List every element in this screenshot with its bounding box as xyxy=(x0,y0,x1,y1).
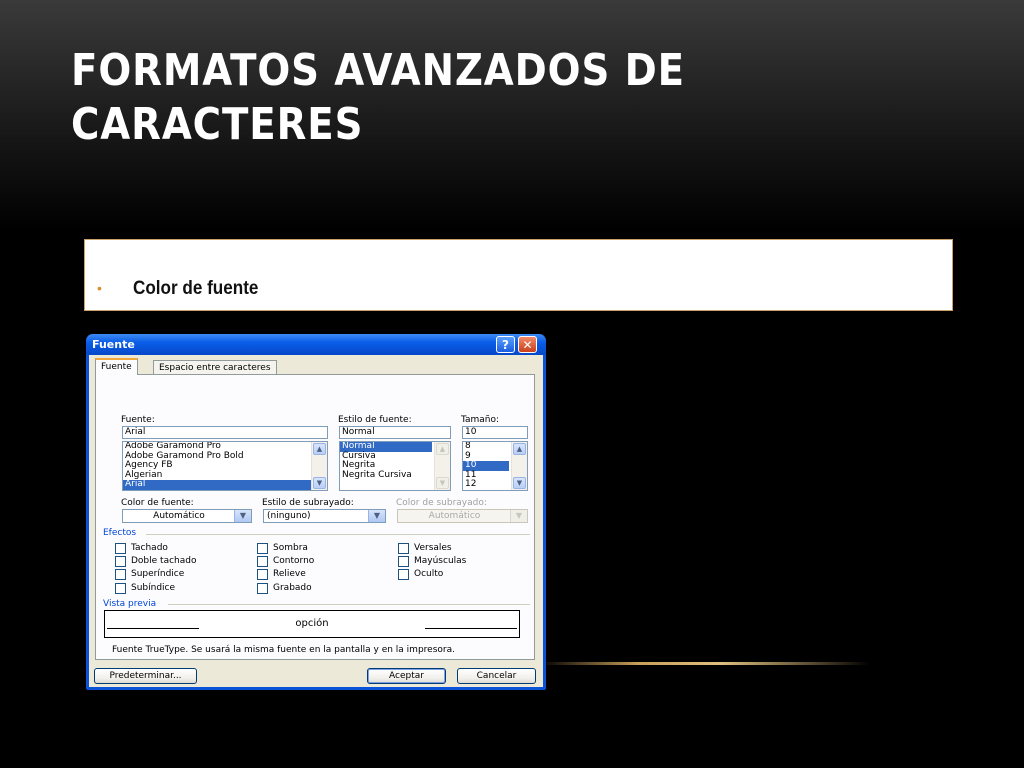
underline-color-label: Color de subrayado: xyxy=(396,498,487,508)
preview-sample-text: opción xyxy=(295,618,329,629)
bullet-box: • Color de fuente xyxy=(84,239,953,311)
checkbox-label: Relieve xyxy=(273,569,306,579)
underline-style-label: Estilo de subrayado: xyxy=(262,498,354,508)
checkbox-versales[interactable] xyxy=(398,543,409,554)
size-label: Tamaño: xyxy=(461,415,500,425)
set-default-button[interactable]: Predeterminar... xyxy=(94,668,197,684)
dialog-client: Fuente Espacio entre caracteres Fuente: … xyxy=(89,355,543,687)
checkbox-oculto[interactable] xyxy=(398,569,409,580)
effects-divider xyxy=(146,534,530,535)
checkbox-tachado[interactable] xyxy=(115,543,126,554)
checkbox-doble-tachado[interactable] xyxy=(115,556,126,567)
effects-group-label: Efectos xyxy=(103,528,137,538)
chevron-down-icon: ▼ xyxy=(510,510,527,522)
bullet-text: Color de fuente xyxy=(133,278,259,299)
checkbox-label: Doble tachado xyxy=(131,556,197,566)
checkbox-label: Subíndice xyxy=(131,583,176,593)
close-button[interactable]: ✕ xyxy=(518,336,537,353)
font-dialog: Fuente ? ✕ Fuente Espacio entre caracter… xyxy=(86,334,546,690)
font-color-select[interactable]: Automático ▼ xyxy=(122,509,252,523)
dialog-title: Fuente xyxy=(92,338,135,351)
font-color-value: Automático xyxy=(153,511,205,521)
checkbox-label: Oculto xyxy=(414,569,444,579)
slide-title: FORMATOS AVANZADOS DE CARACTERES xyxy=(71,45,685,150)
checkbox-grabado[interactable] xyxy=(257,583,268,594)
checkbox-superindice[interactable] xyxy=(115,569,126,580)
list-item[interactable]: Algerian xyxy=(123,470,327,481)
underline-style-select[interactable]: (ninguno) ▼ xyxy=(263,509,386,523)
preview-note: Fuente TrueType. Se usará la misma fuent… xyxy=(112,645,455,655)
scroll-up-icon: ▲ xyxy=(436,443,449,455)
style-label: Estilo de fuente: xyxy=(338,415,412,425)
list-item-selected[interactable]: Arial xyxy=(123,479,327,490)
cancel-button[interactable]: Cancelar xyxy=(457,668,536,684)
scroll-up-icon[interactable]: ▲ xyxy=(313,443,326,455)
tab-panel: Fuente: Arial Adobe Garamond Pro Adobe G… xyxy=(95,374,535,660)
help-icon: ? xyxy=(502,338,509,352)
checkbox-relieve[interactable] xyxy=(257,569,268,580)
checkbox-label: Contorno xyxy=(273,556,315,566)
underline-color-value: Automático xyxy=(428,511,481,521)
font-list[interactable]: Adobe Garamond Pro Adobe Garamond Pro Bo… xyxy=(122,441,328,491)
chevron-down-icon[interactable]: ▼ xyxy=(234,510,251,522)
checkbox-label: Grabado xyxy=(273,583,312,593)
ok-button[interactable]: Aceptar xyxy=(367,668,446,684)
scroll-down-icon: ▼ xyxy=(436,477,449,489)
scroll-up-icon[interactable]: ▲ xyxy=(513,443,526,455)
checkbox-label: Tachado xyxy=(131,543,168,553)
underline-color-select: Automático ▼ xyxy=(397,509,528,523)
style-list[interactable]: Normal Cursiva Negrita Negrita Cursiva ▲… xyxy=(339,441,451,491)
size-list[interactable]: 8 9 10 11 12 ▲ ▼ xyxy=(462,441,528,491)
tab-fuente[interactable]: Fuente xyxy=(95,358,138,375)
checkbox-subindice[interactable] xyxy=(115,583,126,594)
help-button[interactable]: ? xyxy=(496,336,515,353)
font-label: Fuente: xyxy=(121,415,155,425)
scroll-down-icon[interactable]: ▼ xyxy=(313,477,326,489)
checkbox-label: Superíndice xyxy=(131,569,185,579)
decorative-gold-line xyxy=(540,662,870,665)
tab-character-spacing[interactable]: Espacio entre caracteres xyxy=(153,360,277,375)
checkbox-contorno[interactable] xyxy=(257,556,268,567)
preview-divider xyxy=(168,604,530,605)
dialog-titlebar[interactable]: Fuente ? ✕ xyxy=(86,334,546,355)
font-input[interactable]: Arial xyxy=(122,426,328,439)
size-list-scrollbar[interactable]: ▲ ▼ xyxy=(511,442,527,490)
close-icon: ✕ xyxy=(522,338,533,352)
style-list-scrollbar: ▲ ▼ xyxy=(434,442,450,490)
size-input[interactable]: 10 xyxy=(462,426,528,439)
underline-style-value: (ninguno) xyxy=(267,511,311,521)
preview-box: opción xyxy=(104,610,520,638)
scroll-down-icon[interactable]: ▼ xyxy=(513,477,526,489)
preview-group-label: Vista previa xyxy=(103,599,157,609)
checkbox-label: Mayúsculas xyxy=(414,556,467,566)
style-input[interactable]: Normal xyxy=(339,426,451,439)
font-color-label: Color de fuente: xyxy=(121,498,194,508)
font-list-scrollbar[interactable]: ▲ ▼ xyxy=(311,442,327,490)
checkbox-label: Versales xyxy=(414,543,452,553)
checkbox-label: Sombra xyxy=(273,543,308,553)
bullet-dot-icon: • xyxy=(97,280,102,296)
checkbox-sombra[interactable] xyxy=(257,543,268,554)
checkbox-mayusculas[interactable] xyxy=(398,556,409,567)
chevron-down-icon[interactable]: ▼ xyxy=(368,510,385,522)
